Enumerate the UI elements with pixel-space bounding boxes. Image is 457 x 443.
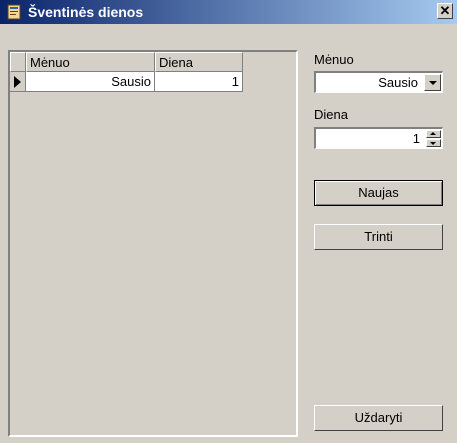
spinner-buttons[interactable] [426,130,441,147]
column-header-day[interactable]: Diena [155,52,243,72]
app-icon [6,4,22,20]
day-spinner[interactable]: 1 [314,127,443,149]
title-bar[interactable]: Šventinės dienos ✕ [0,0,457,24]
cell-month[interactable]: Sausio [26,72,155,92]
current-row-indicator-icon [10,72,26,92]
day-label: Diena [314,107,348,122]
header-indicator-cell [10,52,26,72]
grid-header: Mėnuo Diena [10,52,243,72]
column-header-month[interactable]: Mėnuo [26,52,155,72]
spin-up-icon[interactable] [426,130,441,138]
day-spinner-value: 1 [412,131,420,146]
holidays-window: Šventinės dienos ✕ Mėnuo Diena Sausio 1 … [0,0,457,443]
chevron-down-icon[interactable] [424,74,441,91]
close-button[interactable]: Uždaryti [314,405,443,431]
table-row[interactable]: Sausio 1 [10,72,243,92]
spin-down-icon[interactable] [426,139,441,147]
cell-day[interactable]: 1 [155,72,243,92]
delete-button[interactable]: Trinti [314,224,443,250]
new-button[interactable]: Naujas [314,180,443,206]
holidays-grid[interactable]: Mėnuo Diena Sausio 1 [8,50,298,437]
month-select[interactable]: Sausio [314,71,443,93]
month-select-value: Sausio [378,75,418,90]
month-label: Mėnuo [314,52,354,67]
window-title: Šventinės dienos [28,4,144,20]
close-icon[interactable]: ✕ [437,3,453,19]
